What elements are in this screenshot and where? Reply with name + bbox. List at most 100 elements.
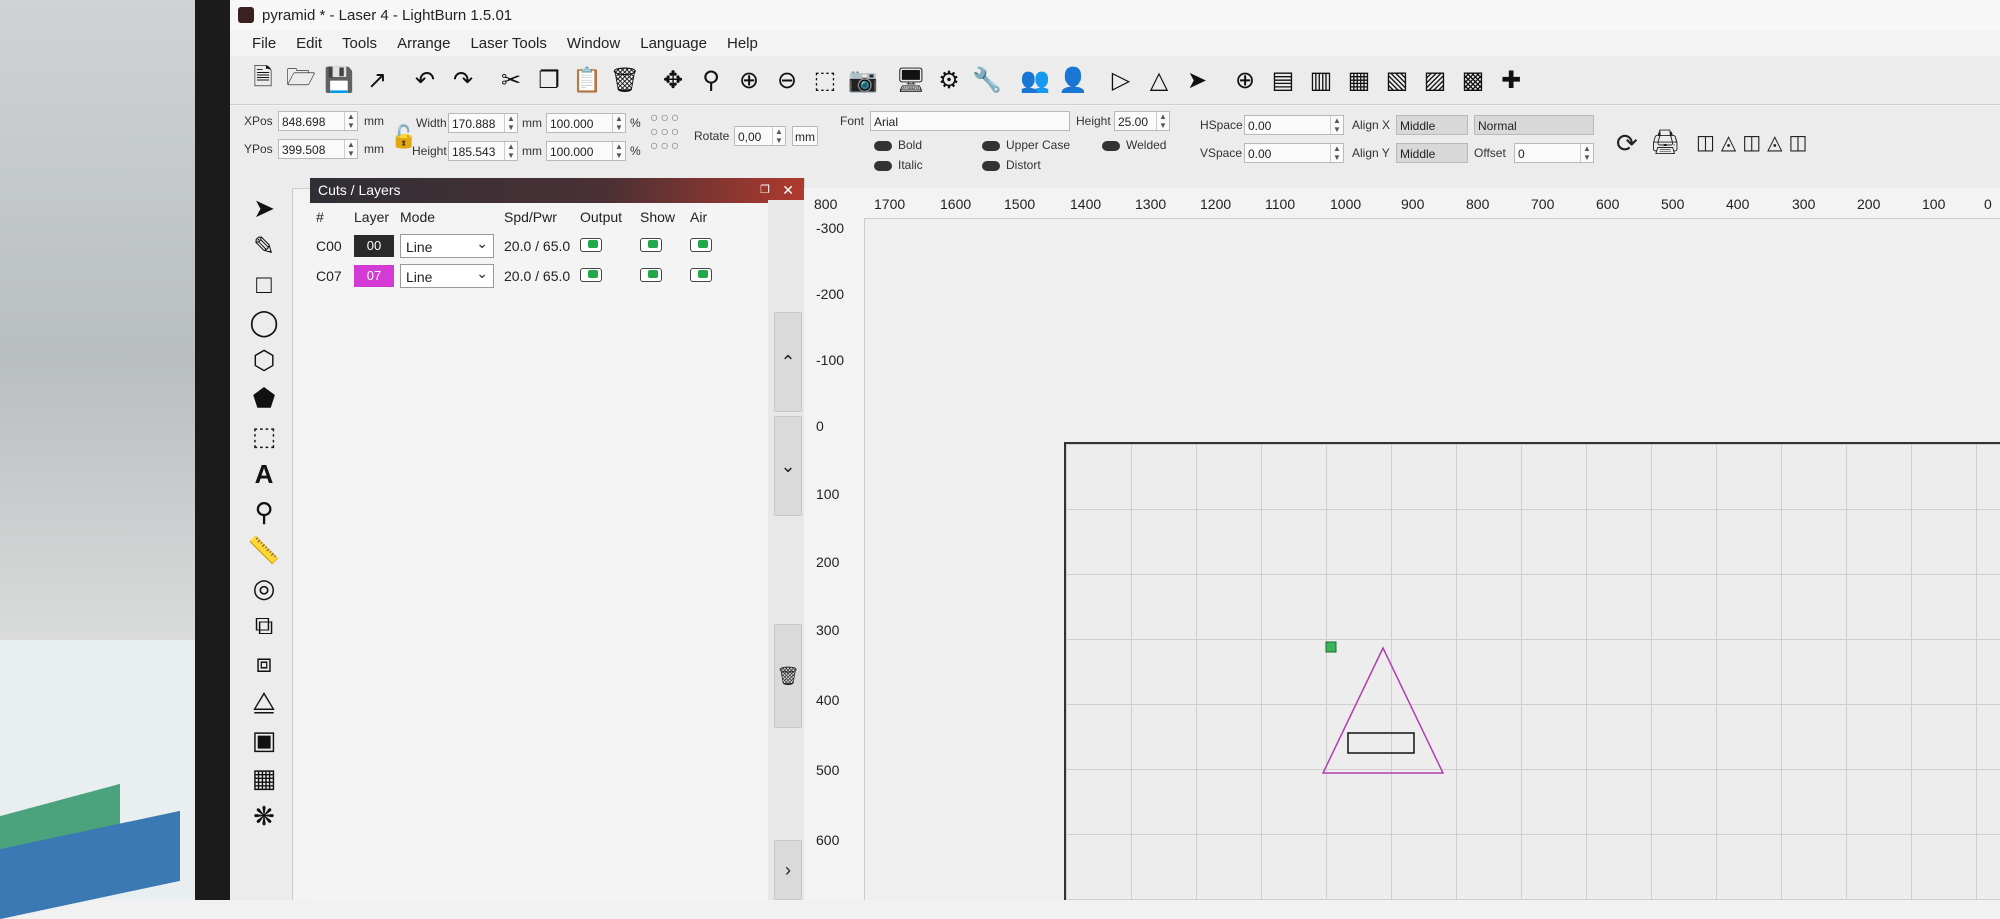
settings-icon[interactable]: ⚙	[932, 63, 966, 97]
distribute-v-icon[interactable]: ▧	[1380, 63, 1414, 97]
menu-file[interactable]: File	[242, 35, 286, 52]
mirror-h-icon[interactable]: ▷	[1104, 63, 1138, 97]
text-mode-select[interactable]: Normal	[1474, 115, 1594, 135]
node-edit-icon[interactable]: ⬟	[242, 380, 286, 416]
monitor-icon[interactable]: 🖥	[894, 63, 928, 97]
camera-icon[interactable]: 📷	[846, 63, 880, 97]
rotate-unit-button[interactable]: mm	[792, 126, 818, 146]
crosshair-icon[interactable]: ✚	[1494, 63, 1528, 97]
mirror-v-icon[interactable]: △	[1142, 63, 1176, 97]
width-field[interactable]: 170.888 ▲ ▼	[448, 113, 518, 133]
boolean-union-icon[interactable]: ⧉	[242, 608, 286, 644]
send-icon[interactable]: ➤	[1180, 63, 1214, 97]
workspace-canvas[interactable]: 800 1700 1600 1500 1400 1300 1200 1100 1…	[804, 188, 2000, 900]
air-toggle[interactable]	[690, 237, 712, 252]
menu-language[interactable]: Language	[630, 35, 717, 52]
undo-icon[interactable]: ↶	[408, 63, 442, 97]
zoom-out-icon[interactable]: ⊖	[770, 63, 804, 97]
cut-icon[interactable]: ✂	[494, 63, 528, 97]
refresh-icon[interactable]: ⟳	[1616, 128, 1638, 159]
show-toggle[interactable]	[640, 267, 662, 282]
position-pin-icon[interactable]: ⚲	[242, 494, 286, 530]
bold-toggle[interactable]: Bold	[874, 138, 922, 152]
menu-arrange[interactable]: Arrange	[387, 35, 460, 52]
output-toggle[interactable]	[580, 237, 602, 252]
height-percent-field[interactable]: 100.000 ▲ ▼	[546, 141, 626, 161]
distort-toggle[interactable]: Distort	[982, 158, 1041, 172]
menu-edit[interactable]: Edit	[286, 35, 332, 52]
air-toggle[interactable]	[690, 267, 712, 282]
zoom-in-icon[interactable]: ⊕	[732, 63, 766, 97]
upper-case-toggle[interactable]: Upper Case	[982, 138, 1070, 152]
open-folder-icon[interactable]: 🗁	[284, 63, 318, 97]
mode-select[interactable]: Line	[400, 231, 494, 258]
move-layer-up-button[interactable]: ⌃	[774, 312, 802, 412]
layer-swatch[interactable]: 00	[354, 235, 394, 257]
printer-icon[interactable]: 🖨	[1650, 128, 1680, 157]
show-toggle[interactable]	[640, 237, 662, 252]
vspace-field[interactable]: 0.00 ▲ ▼	[1244, 143, 1344, 163]
align-x-select[interactable]: Middle	[1396, 115, 1468, 135]
xpos-field[interactable]: 848.698 ▲ ▼	[278, 111, 358, 131]
align-y-select[interactable]: Middle	[1396, 143, 1468, 163]
circular-array-icon[interactable]: ❋	[242, 798, 286, 834]
align-top-icon[interactable]: ▨	[1418, 63, 1452, 97]
welded-toggle[interactable]: Welded	[1102, 138, 1166, 152]
pencil-icon[interactable]: ✎	[242, 228, 286, 264]
new-file-icon[interactable]: 🗎	[246, 63, 280, 97]
measure-ruler-icon[interactable]: 📏	[242, 532, 286, 568]
save-icon[interactable]: 💾	[322, 63, 356, 97]
output-toggle[interactable]	[580, 267, 602, 282]
width-percent-field[interactable]: 100.000 ▲ ▼	[546, 113, 626, 133]
rotate-field[interactable]: 0,00 ▲ ▼	[734, 126, 786, 146]
work-area-grid[interactable]	[1064, 442, 2000, 900]
menu-help[interactable]: Help	[717, 35, 768, 52]
boolean-intersect-icon[interactable]: ⧋	[242, 684, 286, 720]
offset-field[interactable]: 0 ▲ ▼	[1514, 143, 1594, 163]
move-layer-down-button[interactable]: ⌄	[774, 416, 802, 516]
grid-array-icon[interactable]: ▦	[242, 760, 286, 796]
height-field[interactable]: 185.543 ▲ ▼	[448, 141, 518, 161]
polygon-icon[interactable]: ⬡	[242, 342, 286, 378]
user-icon[interactable]: 👤	[1056, 63, 1090, 97]
redo-icon[interactable]: ↷	[446, 63, 480, 97]
corner-frame-icon[interactable]: ⬚	[242, 418, 286, 454]
delete-icon[interactable]: 🗑	[608, 63, 642, 97]
distribute-icon[interactable]: ▦	[1342, 63, 1376, 97]
text-tool-icon[interactable]: A	[242, 456, 286, 492]
mode-select[interactable]: Line	[400, 261, 494, 288]
hspace-field[interactable]: 0.00 ▲ ▼	[1244, 115, 1344, 135]
zoom-fit-icon[interactable]: ⚲	[694, 63, 728, 97]
boolean-subtract-icon[interactable]: ⧈	[242, 646, 286, 682]
rectangle-icon[interactable]: □	[242, 266, 286, 302]
text-height-field[interactable]: 25.00 ▲ ▼	[1114, 111, 1170, 131]
align-left-icon[interactable]: ▤	[1266, 63, 1300, 97]
tools-icon[interactable]: 🔧	[970, 63, 1004, 97]
offset-icon[interactable]: ◎	[242, 570, 286, 606]
copy-icon[interactable]: ❐	[532, 63, 566, 97]
table-row[interactable]: C07 07 Line 20.0 / 65.0	[310, 261, 804, 291]
expand-panel-button[interactable]: ›	[774, 840, 802, 900]
menu-tools[interactable]: Tools	[332, 35, 387, 52]
select-frame-icon[interactable]: ⬚	[808, 63, 842, 97]
move-icon[interactable]: ✥	[656, 63, 690, 97]
anchor-point-grid[interactable]: ○○○ ○○○ ○○○	[650, 110, 681, 152]
export-icon[interactable]: ↗	[360, 63, 394, 97]
menu-window[interactable]: Window	[557, 35, 630, 52]
ypos-field[interactable]: 399.508 ▲ ▼	[278, 139, 358, 159]
paste-icon[interactable]: 📋	[570, 63, 604, 97]
font-select[interactable]: Arial	[870, 111, 1070, 131]
delete-layer-button[interactable]: 🗑	[774, 624, 802, 728]
align-middle-icon[interactable]: ▩	[1456, 63, 1490, 97]
weld-icon[interactable]: ▣	[242, 722, 286, 758]
alignment-icons[interactable]: ◫◬◫◬◫	[1696, 130, 1813, 155]
italic-toggle[interactable]: Italic	[874, 158, 923, 172]
layer-swatch[interactable]: 07	[354, 265, 394, 287]
align-center-icon[interactable]: ▥	[1304, 63, 1338, 97]
select-arrow-icon[interactable]: ➤	[242, 190, 286, 226]
group-icon[interactable]: 👥	[1018, 63, 1052, 97]
target-icon[interactable]: ⊕	[1228, 63, 1262, 97]
ellipse-icon[interactable]: ◯	[242, 304, 286, 340]
menu-laser-tools[interactable]: Laser Tools	[460, 35, 556, 52]
table-row[interactable]: C00 00 Line 20.0 / 65.0	[310, 231, 804, 261]
